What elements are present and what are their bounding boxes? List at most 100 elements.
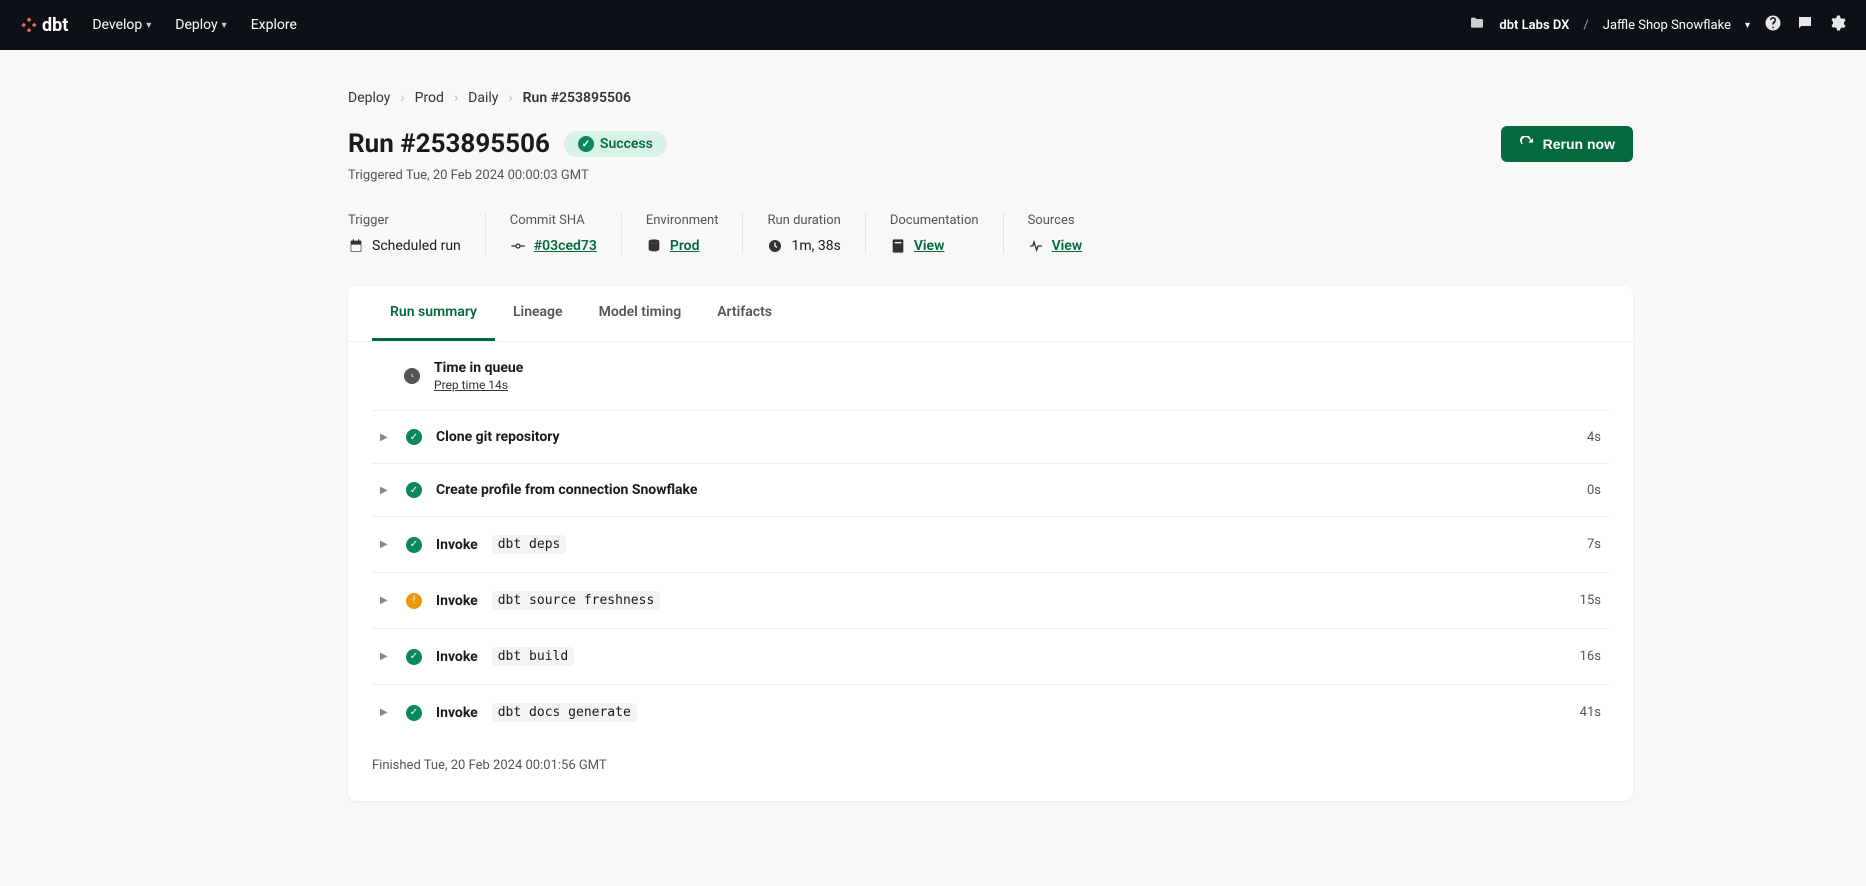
meta-duration-label: Run duration — [767, 213, 840, 228]
project-name[interactable]: Jaffle Shop Snowflake — [1603, 18, 1731, 33]
breadcrumb: Deploy › Prod › Daily › Run #253895506 — [348, 90, 1633, 106]
check-circle-icon: ✓ — [406, 649, 422, 665]
gear-icon[interactable] — [1828, 14, 1846, 36]
nav-deploy[interactable]: Deploy ▾ — [175, 17, 226, 33]
rerun-button[interactable]: Rerun now — [1501, 126, 1633, 162]
meta-row: Trigger Scheduled run Commit SHA #03ced7… — [348, 213, 1633, 254]
org-name[interactable]: dbt Labs DX — [1499, 18, 1569, 33]
meta-trigger-value: Scheduled run — [372, 238, 461, 254]
check-circle-icon: ✓ — [406, 705, 422, 721]
queue-title: Time in queue — [434, 360, 523, 376]
step-command: dbt deps — [492, 535, 567, 554]
status-badge-label: Success — [600, 136, 653, 152]
help-icon[interactable] — [1764, 14, 1782, 36]
step-duration: 41s — [1580, 705, 1601, 720]
commit-icon — [510, 238, 526, 254]
logo[interactable]: dbt — [20, 15, 68, 36]
refresh-icon — [1519, 136, 1535, 152]
logo-text: dbt — [42, 15, 68, 36]
step-duration: 0s — [1587, 483, 1601, 498]
meta-duration-value: 1m, 38s — [791, 238, 840, 254]
folder-icon — [1469, 15, 1485, 35]
warning-circle-icon: ! — [406, 593, 422, 609]
queue-prep-link[interactable]: Prep time 14s — [434, 378, 523, 392]
step-command: dbt build — [492, 647, 574, 666]
clock-icon — [767, 238, 783, 254]
step-queue: Time in queue Prep time 14s — [372, 342, 1609, 411]
tabs: Run summary Lineage Model timing Artifac… — [348, 286, 1633, 342]
nav-develop-label: Develop — [92, 17, 142, 33]
step-duration: 16s — [1580, 649, 1601, 664]
step-row[interactable]: ▶! Invoke dbt source freshness 15s — [372, 573, 1609, 629]
expand-icon[interactable]: ▶ — [380, 485, 392, 496]
tab-model-timing[interactable]: Model timing — [581, 286, 700, 341]
step-row[interactable]: ▶ ✓ Invoke dbt docs generate 41s — [372, 685, 1609, 740]
book-icon — [890, 238, 906, 254]
page-title: Run #253895506 — [348, 129, 550, 159]
check-circle-icon: ✓ — [406, 429, 422, 445]
nav-explore[interactable]: Explore — [251, 17, 297, 33]
clock-icon — [404, 368, 420, 384]
nav-deploy-label: Deploy — [175, 17, 217, 33]
nav-explore-label: Explore — [251, 17, 297, 33]
step-title: Create profile from connection Snowflake — [436, 482, 697, 498]
triggered-timestamp: Triggered Tue, 20 Feb 2024 00:00:03 GMT — [348, 168, 1633, 183]
breadcrumb-separator: / — [1583, 18, 1588, 33]
check-circle-icon: ✓ — [406, 482, 422, 498]
breadcrumb-deploy[interactable]: Deploy — [348, 90, 390, 106]
database-icon — [646, 238, 662, 254]
breadcrumb-job[interactable]: Daily — [468, 90, 498, 106]
meta-docs-link[interactable]: View — [914, 238, 945, 254]
chevron-down-icon: ▾ — [222, 20, 227, 31]
step-row[interactable]: ▶ ✓ Invoke dbt deps 7s — [372, 517, 1609, 573]
step-duration: 15s — [1580, 593, 1601, 608]
rerun-button-label: Rerun now — [1543, 136, 1615, 152]
step-title: Invoke — [436, 593, 478, 609]
chevron-down-icon[interactable]: ▾ — [1745, 20, 1750, 31]
step-title: Invoke — [436, 705, 478, 721]
steps-list: Time in queue Prep time 14s ▶✓Clone git … — [348, 342, 1633, 740]
meta-env-label: Environment — [646, 213, 719, 228]
step-row[interactable]: ▶✓Clone git repository4s — [372, 411, 1609, 464]
chevron-right-icon: › — [454, 90, 458, 106]
expand-icon[interactable]: ▶ — [380, 432, 392, 443]
expand-icon[interactable]: ▶ — [380, 651, 392, 662]
chat-icon[interactable] — [1796, 14, 1814, 36]
pulse-icon — [1028, 238, 1044, 254]
step-title: Invoke — [436, 537, 478, 553]
calendar-icon — [348, 238, 364, 254]
breadcrumb-run: Run #253895506 — [523, 90, 631, 106]
breadcrumb-env[interactable]: Prod — [415, 90, 444, 106]
step-command: dbt source freshness — [492, 591, 661, 610]
expand-icon[interactable]: ▶ — [380, 539, 392, 550]
tab-artifacts[interactable]: Artifacts — [699, 286, 790, 341]
run-summary-card: Run summary Lineage Model timing Artifac… — [348, 286, 1633, 801]
nav-develop[interactable]: Develop ▾ — [92, 17, 151, 33]
tab-lineage[interactable]: Lineage — [495, 286, 581, 341]
meta-sources-link[interactable]: View — [1052, 238, 1083, 254]
expand-icon[interactable]: ▶ — [380, 707, 392, 718]
meta-env-link[interactable]: Prod — [670, 238, 700, 254]
chevron-right-icon: › — [400, 90, 404, 106]
meta-sources-label: Sources — [1028, 213, 1083, 228]
nav-right: dbt Labs DX / Jaffle Shop Snowflake ▾ — [1469, 14, 1846, 36]
meta-commit-link[interactable]: #03ced73 — [534, 238, 597, 254]
meta-commit-label: Commit SHA — [510, 213, 597, 228]
tab-run-summary[interactable]: Run summary — [372, 286, 495, 341]
step-command: dbt docs generate — [492, 703, 637, 722]
step-row[interactable]: ▶ ✓ Invoke dbt build 16s — [372, 629, 1609, 685]
logo-icon — [20, 16, 38, 34]
status-badge: ✓ Success — [564, 131, 667, 157]
chevron-down-icon: ▾ — [146, 20, 151, 31]
topnav: dbt Develop ▾ Deploy ▾ Explore dbt Labs … — [0, 0, 1866, 50]
step-duration: 4s — [1587, 430, 1601, 445]
chevron-right-icon: › — [508, 90, 512, 106]
expand-icon[interactable]: ▶ — [380, 595, 392, 606]
meta-trigger-label: Trigger — [348, 213, 461, 228]
finished-timestamp: Finished Tue, 20 Feb 2024 00:01:56 GMT — [348, 740, 1633, 801]
step-duration: 7s — [1587, 537, 1601, 552]
step-title: Invoke — [436, 649, 478, 665]
meta-docs-label: Documentation — [890, 213, 979, 228]
step-row[interactable]: ▶ ✓ Create profile from connection Snowfla… — [372, 464, 1609, 517]
check-circle-icon: ✓ — [406, 537, 422, 553]
